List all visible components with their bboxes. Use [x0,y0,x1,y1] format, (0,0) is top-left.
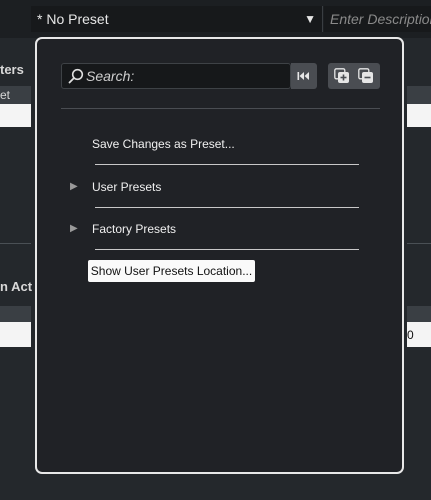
menu-item-label: User Presets [92,180,162,194]
search-icon [68,68,84,84]
menu-divider [95,249,359,250]
show-user-presets-location-item[interactable]: Show User Presets Location... [88,260,255,282]
popup-divider [61,108,380,109]
menu-item-label: Factory Presets [92,222,177,236]
factory-presets-item[interactable]: ▶ Factory Presets [37,220,402,238]
triangle-right-icon: ▶ [70,223,78,234]
save-changes-as-preset-item[interactable]: Save Changes as Preset... [37,135,402,153]
bg-table-header-2-right [407,306,431,322]
bg-table-header-right [407,86,431,104]
triangle-down-icon: ▼ [304,12,316,26]
bg-table-row-2 [0,322,31,347]
bg-section-label: ters [0,62,24,77]
menu-divider [95,164,359,165]
bg-table-row [0,104,31,127]
user-presets-item[interactable]: ▶ User Presets [37,178,402,196]
bg-divider-right [407,243,431,244]
bg-divider [0,243,31,244]
triangle-right-icon: ▶ [70,181,78,192]
preset-name: * No Preset [37,11,109,27]
bg-table-header-2 [0,306,31,322]
bg-table-row-right [407,104,431,127]
reset-search-button[interactable] [291,63,317,89]
add-preset-icon[interactable] [334,68,350,84]
bg-header-cell: et [0,88,11,102]
search-box[interactable] [61,63,291,89]
menu-item-label: Save Changes as Preset... [92,137,235,151]
search-input[interactable] [86,64,286,88]
description-input[interactable] [324,6,431,32]
preset-selector[interactable]: * No Preset ▼ [31,6,323,32]
remove-preset-icon[interactable] [358,68,374,84]
menu-divider [95,207,359,208]
bg-right-cell: 0 [407,328,414,342]
preset-actions [328,63,380,89]
skip-to-start-icon [297,72,309,80]
bg-section-label-2: n Act [0,279,33,294]
preset-popup: Save Changes as Preset... ▶ User Presets… [35,37,404,474]
